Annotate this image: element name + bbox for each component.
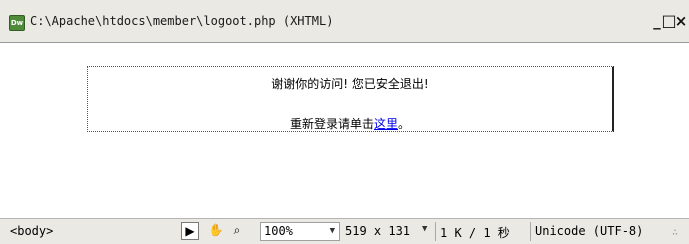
hand-icon[interactable]: ✋ <box>207 222 225 240</box>
window-titlebar: Dw C:\Apache\htdocs\member\logoot.php (X… <box>0 0 689 43</box>
relogin-text: 重新登录请单击 <box>289 117 374 131</box>
design-view[interactable]: 谢谢你的访问! 您已安全退出! 重新登录请单击这里。 <box>0 44 689 243</box>
separator <box>530 222 531 241</box>
window-size-select[interactable]: 519 x 131 <box>345 224 410 238</box>
resize-grip-icon[interactable]: ∴ <box>672 227 678 238</box>
window-title: C:\Apache\htdocs\member\logoot.php (XHTM… <box>30 14 334 28</box>
arrow-pointer-icon[interactable]: ▶ <box>181 222 199 240</box>
chevron-down-icon[interactable]: ▼ <box>422 224 427 234</box>
relogin-link[interactable]: 这里 <box>374 117 398 131</box>
tag-selector-body[interactable]: <body> <box>10 224 53 238</box>
magnifier-icon[interactable]: ⌕ <box>228 222 246 240</box>
relogin-message: 重新登录请单击这里。 <box>88 115 612 132</box>
dreamweaver-app-icon: Dw <box>9 15 25 31</box>
zoom-select[interactable]: 100% ▼ <box>260 222 340 241</box>
status-bar: <body> ▶ ✋ ⌕ 100% ▼ 519 x 131 ▼ 1 K / 1 … <box>0 218 689 244</box>
relogin-period: 。 <box>398 117 411 131</box>
close-button[interactable]: × <box>673 12 689 30</box>
zoom-value: 100% <box>264 224 293 238</box>
content-container[interactable]: 谢谢你的访问! 您已安全退出! 重新登录请单击这里。 <box>87 66 614 132</box>
logout-message: 谢谢你的访问! 您已安全退出! <box>271 77 429 91</box>
chevron-down-icon: ▼ <box>329 226 335 236</box>
download-size-time: 1 K / 1 秒 <box>440 226 510 240</box>
encoding-indicator: Unicode (UTF-8) <box>535 224 644 238</box>
separator <box>435 222 436 241</box>
